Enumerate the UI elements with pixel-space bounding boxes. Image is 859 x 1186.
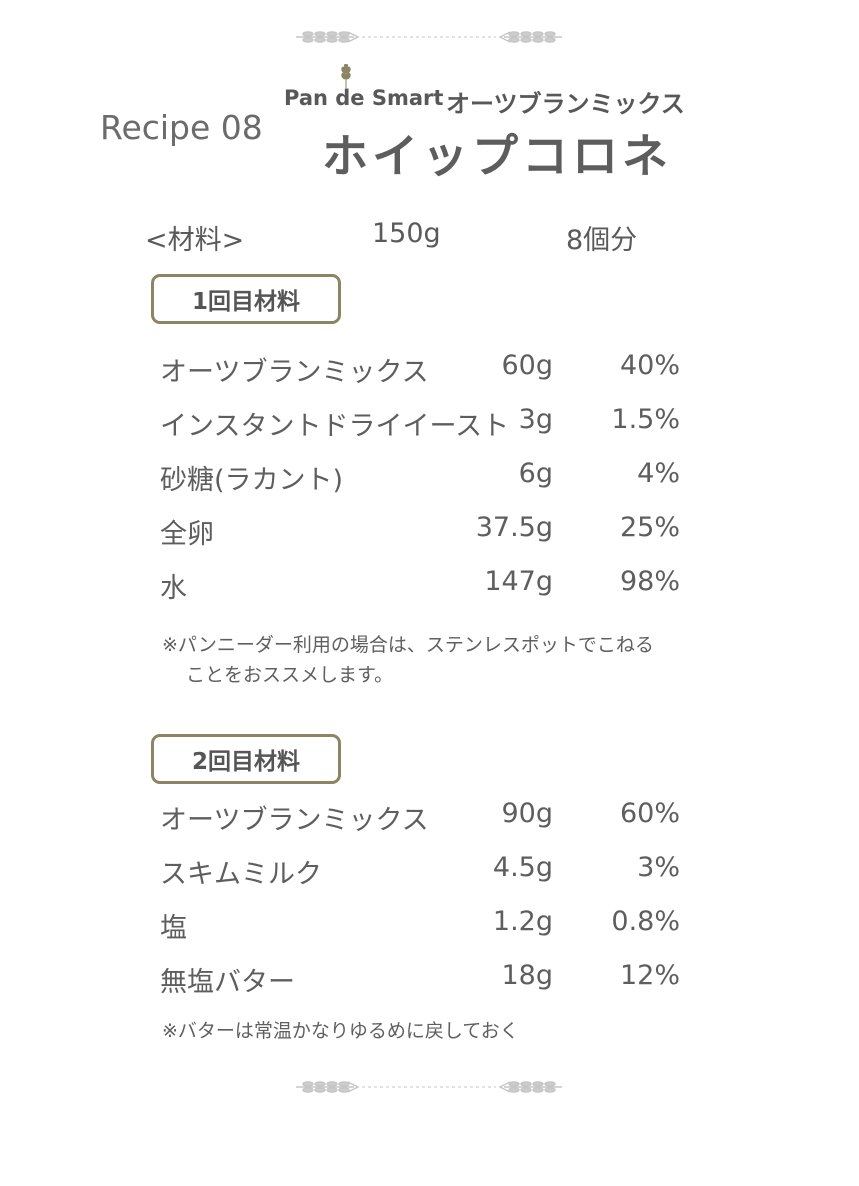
wheat-sprig-icon bbox=[340, 63, 352, 93]
section-1-title: 1回目材料 bbox=[151, 274, 341, 324]
ingredient-amount: 37.5g bbox=[475, 512, 553, 543]
ingredient-amount: 1.2g bbox=[492, 906, 553, 937]
ingredient-amount: 4.5g bbox=[492, 852, 553, 883]
ingredient-row: 砂糖(ラカント) 6g 4% bbox=[160, 458, 680, 498]
ingredient-amount: 3g bbox=[518, 404, 553, 435]
recipe-number: Recipe 08 bbox=[100, 108, 263, 147]
product-name: オーツブランミックス bbox=[446, 90, 685, 118]
ingredient-row: 水 147g 98% bbox=[160, 566, 680, 606]
ingredient-percent: 4% bbox=[637, 458, 680, 489]
note-line: ※パンニーダー利用の場合は、ステンレスポットでこねる bbox=[162, 634, 654, 656]
ingredient-name: 水 bbox=[160, 573, 187, 604]
ingredient-percent: 25% bbox=[619, 512, 680, 543]
ingredient-name: スキムミルク bbox=[160, 859, 322, 890]
wheat-divider-icon bbox=[288, 1080, 570, 1094]
ingredient-percent: 98% bbox=[619, 566, 680, 597]
recipe-title: ホイップコロネ bbox=[322, 129, 672, 183]
ingredient-percent: 3% bbox=[637, 852, 680, 883]
brand-logo: Pan de Smart bbox=[284, 63, 444, 110]
flour-amount: 150g bbox=[372, 218, 441, 249]
ingredient-row: 無塩バター 18g 12% bbox=[160, 960, 680, 1000]
ingredient-row: 塩 1.2g 0.8% bbox=[160, 906, 680, 946]
ingredient-percent: 0.8% bbox=[611, 906, 680, 937]
ingredient-percent: 1.5% bbox=[611, 404, 680, 435]
section-2-title: 2回目材料 bbox=[151, 734, 341, 784]
ingredient-name: 砂糖(ラカント) bbox=[160, 465, 344, 496]
ingredient-row: オーツブランミックス 60g 40% bbox=[160, 350, 680, 390]
section-1-note: ※パンニーダー利用の場合は、ステンレスポットでこねる ことをおススメします。 bbox=[162, 630, 654, 690]
note-line: ことをおススメします。 bbox=[186, 664, 394, 686]
ingredient-percent: 40% bbox=[619, 350, 680, 381]
ingredient-row: スキムミルク 4.5g 3% bbox=[160, 852, 680, 892]
ingredient-row: オーツブランミックス 90g 60% bbox=[160, 798, 680, 838]
ingredient-percent: 12% bbox=[619, 960, 680, 991]
ingredient-percent: 60% bbox=[619, 798, 680, 829]
ingredient-amount: 90g bbox=[501, 798, 554, 829]
yield-amount: 8個分 bbox=[566, 225, 638, 256]
ingredient-name: 塩 bbox=[160, 913, 187, 944]
ingredient-name: 全卵 bbox=[160, 519, 214, 550]
wheat-divider-icon bbox=[288, 30, 570, 44]
brand-de-wrap: de bbox=[335, 63, 365, 110]
ingredient-row: 全卵 37.5g 25% bbox=[160, 512, 680, 552]
ingredients-label: <材料> bbox=[145, 225, 245, 256]
ingredient-row: インスタントドライイースト 3g 1.5% bbox=[160, 404, 680, 444]
section-2-note: ※バターは常温かなりゆるめに戻しておく bbox=[162, 1020, 519, 1042]
ingredient-name: 無塩バター bbox=[160, 967, 295, 998]
ingredient-amount: 60g bbox=[501, 350, 554, 381]
ingredient-amount: 147g bbox=[484, 566, 553, 597]
brand-smart: Smart bbox=[371, 86, 444, 110]
ingredient-name: インスタントドライイースト bbox=[160, 411, 510, 442]
brand-pan: Pan bbox=[284, 86, 328, 110]
ingredient-amount: 6g bbox=[518, 458, 553, 489]
ingredient-name: オーツブランミックス bbox=[160, 357, 429, 388]
ingredient-amount: 18g bbox=[501, 960, 554, 991]
ingredient-name: オーツブランミックス bbox=[160, 805, 429, 836]
